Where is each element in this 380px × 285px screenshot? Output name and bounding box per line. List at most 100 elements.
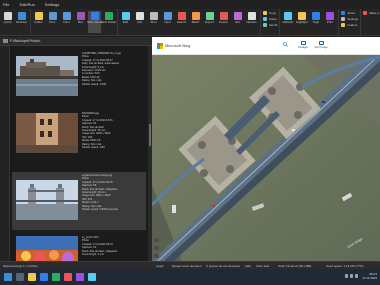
view-image-button[interactable]: Voir l'image <box>312 41 330 53</box>
copy-icon <box>263 11 267 15</box>
address-bar[interactable]: F:\Backups\Photos\ <box>0 37 152 46</box>
batch-button[interactable]: Batch <box>189 11 202 33</box>
thumbnail-image <box>16 180 78 220</box>
settings-icon <box>341 17 346 21</box>
menu-edit[interactable]: Edit/Run <box>19 2 34 7</box>
thumbnail-image <box>16 113 78 153</box>
shot-button[interactable]: Shot <box>147 11 160 33</box>
scrollbar-thumb[interactable] <box>149 124 151 146</box>
make-a-donation-button[interactable]: Make a Donation <box>363 10 380 16</box>
tags-button[interactable]: Tags <box>309 11 322 33</box>
clock[interactable]: 09:27 17.11.2023 <box>362 272 377 280</box>
next-button[interactable]: Next <box>161 11 174 33</box>
tool-icon[interactable] <box>154 238 159 242</box>
print-icon <box>325 12 334 20</box>
quick-icon <box>3 12 12 20</box>
edit-button[interactable]: Edit <box>119 11 132 33</box>
search-icon[interactable] <box>283 42 288 47</box>
desktop-icon <box>17 12 26 20</box>
tool-icon[interactable] <box>154 254 159 258</box>
image-icon <box>318 41 324 45</box>
status-feedback[interactable]: Votre avis <box>256 264 269 268</box>
search-button[interactable]: Search <box>175 11 188 33</box>
refresh-icon <box>283 12 292 20</box>
export-icon <box>205 12 214 20</box>
file-metadata: 1234567894_789654877e1_b.jpg Photo Creat… <box>82 52 121 86</box>
search-icon <box>177 12 186 20</box>
quick-button[interactable]: Quick <box>1 11 14 33</box>
navigation-strip[interactable] <box>0 46 10 261</box>
list-item[interactable]: DSC00819.jpg Photo Created: 17.11.2023 1… <box>12 110 146 168</box>
highlight-icon <box>297 12 306 20</box>
status-bar: Sélectionné(s) 1 / 1 fichier Légal Range… <box>0 261 380 269</box>
mail-icon[interactable] <box>88 273 96 281</box>
prev-icon <box>48 12 57 20</box>
list-item-selected[interactable]: england-london-bridge.jpg Photo Created:… <box>12 172 146 230</box>
sel-all-button[interactable]: Sel All <box>263 22 277 28</box>
print-button[interactable]: Print <box>323 11 336 33</box>
menu-file[interactable]: File <box>3 2 9 7</box>
prev-button[interactable]: Prev <box>46 11 59 33</box>
bar-button[interactable]: Bar <box>74 11 87 33</box>
highlight-button[interactable]: Highlight <box>295 11 308 33</box>
desktop-button[interactable]: Desktop <box>15 11 28 33</box>
photo-app-icon[interactable] <box>76 273 84 281</box>
ribbon-group: Folder Prev Next Bar Slide Show Next Folder <box>31 9 118 35</box>
network-icon[interactable] <box>345 274 349 278</box>
app-icon[interactable] <box>64 273 72 281</box>
status-about-data[interactable]: À propos de vos données <box>206 264 240 268</box>
battery-icon[interactable] <box>355 274 359 278</box>
left-button[interactable]: Left <box>133 11 146 33</box>
list-item[interactable]: ev_pro01.JPG Photo Created: 17.11.2023 0… <box>12 234 146 261</box>
options-button[interactable]: Options <box>245 11 258 33</box>
tower-bridge-photo: Tower Bridge <box>152 55 380 261</box>
tool-icon[interactable] <box>154 246 159 250</box>
side-toolbar <box>154 238 160 261</box>
windows-start-icon[interactable] <box>4 273 12 281</box>
delete-button[interactable]: Delete <box>217 11 230 33</box>
refresh-button[interactable]: Refresh <box>281 11 294 33</box>
thumbnail-image <box>16 236 78 261</box>
set-button[interactable]: Set <box>231 11 244 33</box>
folder-icon <box>34 12 43 20</box>
menu-settings[interactable]: Settings <box>45 2 59 7</box>
next-icon <box>163 12 172 20</box>
delete-icon <box>219 12 228 20</box>
about-icon <box>341 11 346 15</box>
export-button[interactable]: Export <box>203 11 216 33</box>
ribbon-group: Quick Desktop <box>0 9 31 35</box>
microsoft-logo-icon <box>157 43 163 49</box>
status-help[interactable]: Aide <box>245 264 251 268</box>
file-metadata: england-london-bridge.jpg Photo Created:… <box>82 174 119 212</box>
list-item[interactable]: 1234567894_789654877e1_b.jpg Photo Creat… <box>12 50 146 108</box>
next-button[interactable]: Next <box>60 11 73 33</box>
address-path: F:\Backups\Photos\ <box>10 39 41 43</box>
status-legal[interactable]: Légal <box>156 264 163 268</box>
folders-button[interactable]: Folders <box>341 22 358 28</box>
status-privacy[interactable]: Ranger sans données <box>172 264 201 268</box>
paste-icon <box>263 17 267 21</box>
file-explorer-icon[interactable] <box>28 273 36 281</box>
status-space: Used space: 7,12 GB (77%) <box>326 264 364 268</box>
ribbon-toolbar: Quick Desktop Folder Prev Next Bar Slide Show N… <box>0 9 380 36</box>
browser-header: Microsoft Bing Partager Voir l'image <box>152 37 380 55</box>
set-icon <box>233 12 242 20</box>
menu-bar: File Edit/Run Settings <box>0 0 380 9</box>
next-icon <box>62 12 71 20</box>
folder-button[interactable]: Folder <box>32 11 45 33</box>
edge-icon[interactable] <box>40 273 48 281</box>
options-icon <box>247 12 256 20</box>
batch-icon <box>191 12 200 20</box>
search-icon[interactable] <box>16 273 24 281</box>
file-list: 1234567894_789654877e1_b.jpg Photo Creat… <box>0 46 152 261</box>
bar-icon <box>76 12 85 20</box>
next-folder-button[interactable]: Next Folder <box>101 11 116 33</box>
system-tray: 09:27 17.11.2023 <box>343 272 377 280</box>
store-icon[interactable] <box>52 273 60 281</box>
share-button[interactable]: Partager <box>294 41 312 53</box>
slide-show-button[interactable]: Slide Show <box>87 11 102 33</box>
volume-icon[interactable] <box>350 274 354 278</box>
app-window: File Edit/Run Settings Quick Desktop Folde… <box>0 0 380 285</box>
thumbnail-image <box>16 56 78 96</box>
ribbon-small-group: Copy Paste Sel All <box>261 9 281 35</box>
